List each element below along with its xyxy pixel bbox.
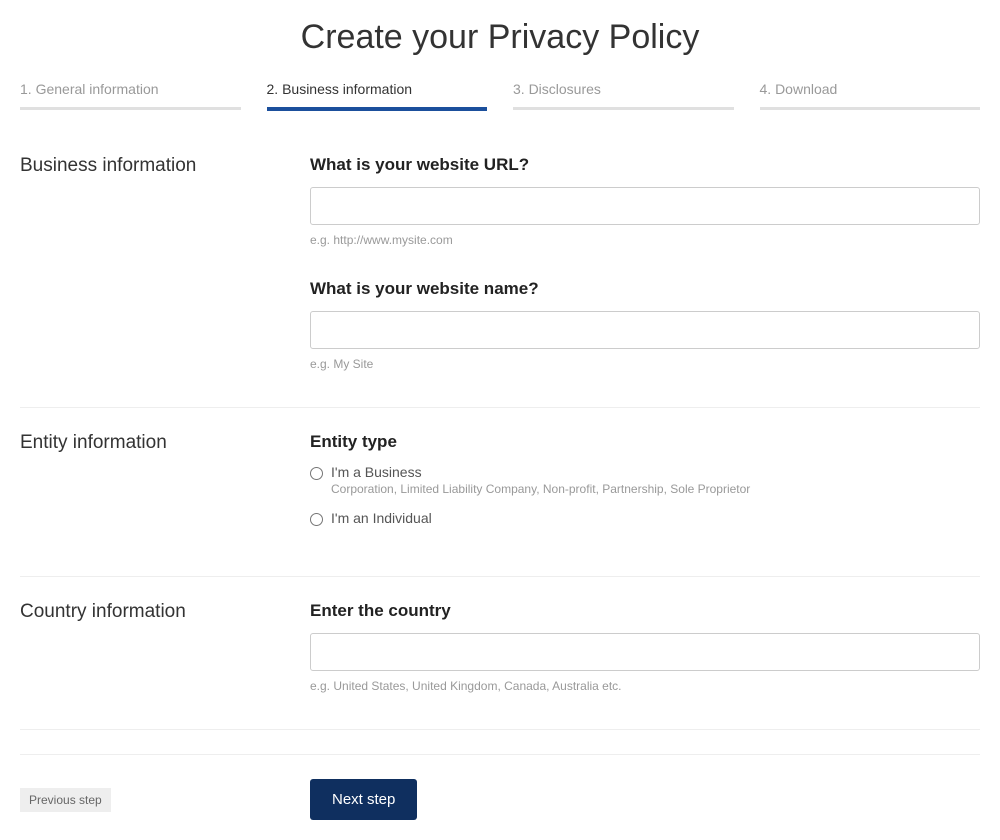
field-website-url: What is your website URL? e.g. http://ww…: [310, 155, 980, 247]
radio-label-business: I'm a Business: [331, 464, 750, 480]
hint-website-url: e.g. http://www.mysite.com: [310, 233, 980, 247]
step-business[interactable]: 2. Business information: [267, 81, 488, 111]
radio-label-individual: I'm an Individual: [331, 510, 432, 526]
radio-input-business[interactable]: [310, 467, 323, 480]
step-general[interactable]: 1. General information: [20, 81, 241, 111]
next-step-button[interactable]: Next step: [310, 779, 417, 820]
label-country: Enter the country: [310, 601, 980, 621]
field-entity-type: Entity type I'm a Business Corporation, …: [310, 432, 980, 526]
previous-step-button[interactable]: Previous step: [20, 788, 111, 812]
input-country[interactable]: [310, 633, 980, 671]
step-nav: 1. General information 2. Business infor…: [20, 81, 980, 111]
step-bar: [513, 107, 734, 110]
footer-nav: Previous step Next step: [20, 754, 980, 840]
section-heading-business: Business information: [20, 155, 310, 177]
field-country: Enter the country e.g. United States, Un…: [310, 601, 980, 693]
step-bar: [267, 107, 488, 111]
field-website-name: What is your website name? e.g. My Site: [310, 279, 980, 371]
section-heading-entity: Entity information: [20, 432, 310, 454]
input-website-url[interactable]: [310, 187, 980, 225]
label-website-url: What is your website URL?: [310, 155, 980, 175]
hint-country: e.g. United States, United Kingdom, Cana…: [310, 679, 980, 693]
input-website-name[interactable]: [310, 311, 980, 349]
radio-option-business[interactable]: I'm a Business Corporation, Limited Liab…: [310, 464, 980, 496]
step-label: 4. Download: [760, 81, 981, 107]
hint-website-name: e.g. My Site: [310, 357, 980, 371]
label-website-name: What is your website name?: [310, 279, 980, 299]
section-heading-country: Country information: [20, 601, 310, 623]
section-country: Country information Enter the country e.…: [20, 601, 980, 730]
step-label: 1. General information: [20, 81, 241, 107]
section-business: Business information What is your websit…: [20, 155, 980, 408]
step-bar: [760, 107, 981, 110]
page-title: Create your Privacy Policy: [20, 18, 980, 57]
step-label: 2. Business information: [267, 81, 488, 107]
step-label: 3. Disclosures: [513, 81, 734, 107]
step-disclosures[interactable]: 3. Disclosures: [513, 81, 734, 111]
radio-input-individual[interactable]: [310, 513, 323, 526]
radio-sub-business: Corporation, Limited Liability Company, …: [331, 482, 750, 496]
radio-option-individual[interactable]: I'm an Individual: [310, 510, 980, 526]
step-bar: [20, 107, 241, 110]
label-entity-type: Entity type: [310, 432, 980, 452]
section-entity: Entity information Entity type I'm a Bus…: [20, 432, 980, 577]
step-download[interactable]: 4. Download: [760, 81, 981, 111]
